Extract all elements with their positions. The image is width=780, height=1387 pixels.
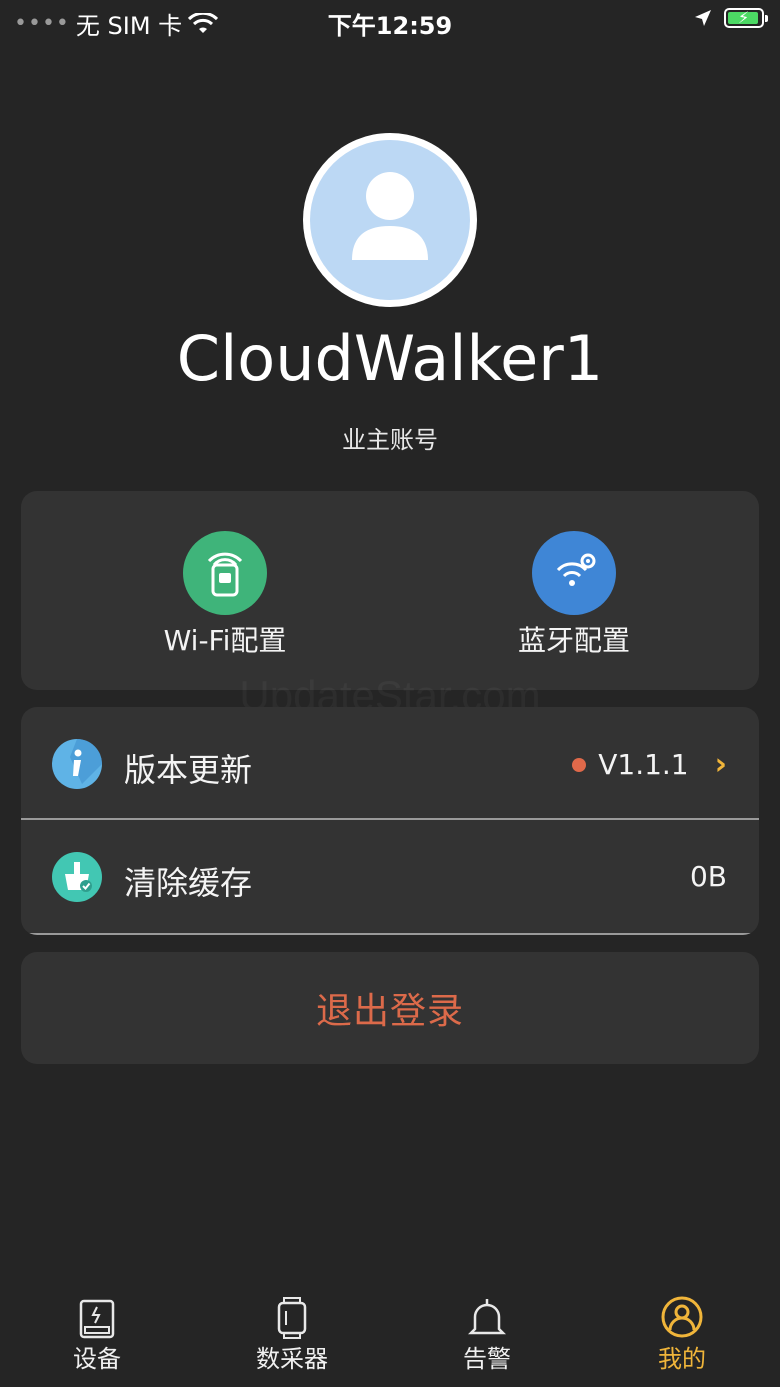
bluetooth-config-icon [532, 531, 616, 615]
config-card: Wi-Fi配置 蓝牙配置 [21, 491, 759, 690]
wifi-config-label: Wi-Fi配置 [163, 624, 287, 657]
avatar[interactable] [303, 133, 477, 307]
version-update-row[interactable]: 版本更新 V1.1.1 › [21, 707, 759, 820]
logout-card: 退出登录 [21, 952, 759, 1064]
tab-alarm[interactable]: 告警 [427, 1297, 547, 1374]
location-arrow-icon [695, 10, 711, 26]
version-value: V1.1.1 [598, 748, 689, 781]
tab-collector[interactable]: 数采器 [232, 1297, 352, 1374]
bell-icon [427, 1297, 547, 1339]
collector-icon [232, 1297, 352, 1339]
cache-size: 0B [690, 860, 727, 893]
bluetooth-config-button[interactable]: 蓝牙配置 [464, 531, 684, 659]
settings-menu-card: 版本更新 V1.1.1 › 清除缓存 0B [21, 707, 759, 935]
info-icon [52, 739, 102, 789]
chevron-right-icon: › [714, 747, 727, 782]
status-right: ⚡ [694, 8, 768, 28]
tab-bar: 设备 数采器 告警 我的 [0, 1287, 780, 1387]
tab-mine-label: 我的 [658, 1345, 706, 1373]
avatar-placeholder-icon [310, 140, 470, 300]
tab-alarm-label: 告警 [463, 1345, 511, 1373]
device-icon [37, 1297, 157, 1339]
charging-bolt-icon: ⚡ [738, 8, 750, 27]
update-dot-icon [572, 757, 587, 772]
wifi-config-icon [183, 531, 267, 615]
status-time: 下午12:59 [327, 12, 453, 40]
wifi-config-button[interactable]: Wi-Fi配置 [115, 531, 335, 659]
user-icon [622, 1296, 742, 1339]
tab-collector-label: 数采器 [256, 1345, 328, 1373]
status-bar: •••• 无 SIM 卡 下午12:59 ⚡ [0, 0, 780, 44]
username: CloudWalker1 [176, 322, 604, 395]
tab-mine[interactable]: 我的 [622, 1296, 742, 1374]
tab-device-label: 设备 [73, 1345, 121, 1373]
clear-cache-row[interactable]: 清除缓存 0B [21, 820, 759, 933]
broom-icon [52, 852, 102, 902]
account-type-label: 业主账号 [342, 426, 438, 454]
tab-device[interactable]: 设备 [37, 1297, 157, 1374]
version-update-label: 版本更新 [124, 751, 253, 789]
battery-icon: ⚡ [724, 8, 768, 28]
clear-cache-label: 清除缓存 [124, 864, 253, 902]
bluetooth-config-label: 蓝牙配置 [517, 624, 630, 657]
version-info: V1.1.1 › [572, 747, 727, 782]
logout-button[interactable]: 退出登录 [21, 952, 759, 1064]
cache-size-value: 0B [689, 860, 727, 893]
